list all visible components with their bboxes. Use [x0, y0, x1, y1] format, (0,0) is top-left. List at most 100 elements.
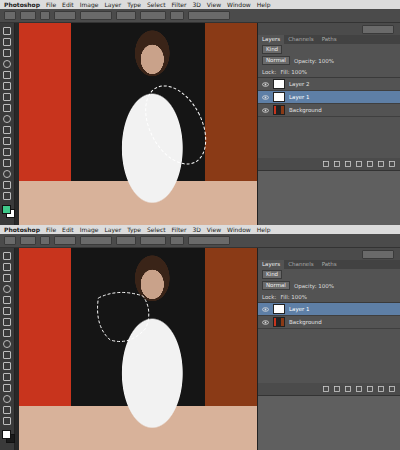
- tool-icon[interactable]: [3, 170, 11, 178]
- opacity-label[interactable]: Opacity: 100%: [294, 58, 334, 64]
- tool-icon[interactable]: [3, 329, 11, 337]
- panel-action-icon[interactable]: [389, 161, 395, 167]
- menu-item[interactable]: Select: [147, 226, 166, 234]
- blend-select[interactable]: Normal: [262, 56, 290, 65]
- menu-item[interactable]: Image: [80, 1, 99, 9]
- fill-label[interactable]: Fill: 100%: [280, 294, 307, 300]
- panel-action-icon[interactable]: [323, 386, 329, 392]
- panel-tab[interactable]: Channels: [284, 35, 317, 44]
- panel-action-icon[interactable]: [367, 386, 373, 392]
- panel-action-icon[interactable]: [378, 161, 384, 167]
- tool-icon[interactable]: [3, 93, 11, 101]
- panel-tab[interactable]: Channels: [284, 260, 317, 269]
- tool-icon[interactable]: [3, 285, 11, 293]
- menu-item[interactable]: Edit: [62, 226, 74, 234]
- tool-icon[interactable]: [3, 406, 11, 414]
- menu-item[interactable]: Type: [127, 1, 141, 9]
- layer-name[interactable]: Layer 2: [289, 81, 310, 87]
- eye-icon[interactable]: [262, 82, 269, 87]
- tool-icon[interactable]: [3, 384, 11, 392]
- menu-item[interactable]: File: [46, 226, 56, 234]
- menu-item[interactable]: Select: [147, 1, 166, 9]
- menu-item[interactable]: Filter: [172, 1, 187, 9]
- menu-item[interactable]: Help: [257, 1, 271, 9]
- layer-row[interactable]: Layer 2: [258, 78, 400, 91]
- tool-icon[interactable]: [3, 192, 11, 200]
- photo[interactable]: [19, 248, 257, 450]
- menu-item[interactable]: Help: [257, 226, 271, 234]
- option-control[interactable]: [40, 236, 50, 245]
- tool-icon[interactable]: [3, 362, 11, 370]
- tool-icon[interactable]: [3, 115, 11, 123]
- menu-item[interactable]: 3D: [192, 1, 200, 9]
- layer-name[interactable]: Layer 1: [289, 94, 310, 100]
- tool-icon[interactable]: [3, 274, 11, 282]
- eye-icon[interactable]: [262, 320, 269, 325]
- opacity-label[interactable]: Opacity: 100%: [294, 283, 334, 289]
- tool-icon[interactable]: [3, 181, 11, 189]
- tool-icon[interactable]: [3, 252, 11, 260]
- panel-action-icon[interactable]: [389, 386, 395, 392]
- panel-action-icon[interactable]: [356, 386, 362, 392]
- filter-select[interactable]: Kind: [262, 270, 282, 279]
- option-control[interactable]: [80, 236, 112, 245]
- tool-icon[interactable]: [3, 395, 11, 403]
- eye-icon[interactable]: [262, 108, 269, 113]
- menu-item[interactable]: Layer: [105, 226, 122, 234]
- tool-icon[interactable]: [3, 82, 11, 90]
- menu-item[interactable]: 3D: [192, 226, 200, 234]
- panel-action-icon[interactable]: [367, 161, 373, 167]
- layer-name[interactable]: Layer 1: [289, 306, 310, 312]
- option-control[interactable]: [116, 236, 136, 245]
- panel-action-icon[interactable]: [345, 161, 351, 167]
- tool-icon[interactable]: [3, 373, 11, 381]
- tool-icon[interactable]: [3, 27, 11, 35]
- option-control[interactable]: [4, 11, 16, 20]
- menu-item[interactable]: Window: [227, 1, 251, 9]
- tool-icon[interactable]: [3, 38, 11, 46]
- menu-item[interactable]: File: [46, 1, 56, 9]
- menu-item[interactable]: Photoshop: [4, 226, 40, 234]
- layer-row[interactable]: Layer 1: [258, 91, 400, 104]
- tool-icon[interactable]: [3, 351, 11, 359]
- option-control[interactable]: [170, 11, 184, 20]
- layer-row[interactable]: Background: [258, 316, 400, 329]
- option-control[interactable]: [116, 11, 136, 20]
- menu-item[interactable]: Window: [227, 226, 251, 234]
- menu-item[interactable]: View: [207, 1, 221, 9]
- layer-row[interactable]: Background: [258, 104, 400, 117]
- tool-icon[interactable]: [3, 307, 11, 315]
- option-control[interactable]: [140, 11, 166, 20]
- tool-icon[interactable]: [3, 49, 11, 57]
- tool-icon[interactable]: [3, 71, 11, 79]
- layer-row[interactable]: Layer 1: [258, 303, 400, 316]
- eye-icon[interactable]: [262, 95, 269, 100]
- workspace-field[interactable]: [362, 250, 394, 259]
- eye-icon[interactable]: [262, 307, 269, 312]
- panel-action-icon[interactable]: [378, 386, 384, 392]
- tool-icon[interactable]: [3, 104, 11, 112]
- tool-icon[interactable]: [3, 148, 11, 156]
- option-control[interactable]: [80, 11, 112, 20]
- option-control[interactable]: [4, 236, 16, 245]
- blend-select[interactable]: Normal: [262, 281, 290, 290]
- workspace-field[interactable]: [362, 25, 394, 34]
- menu-item[interactable]: Filter: [172, 226, 187, 234]
- tool-icon[interactable]: [3, 60, 11, 68]
- option-control[interactable]: [188, 11, 230, 20]
- menu-item[interactable]: Edit: [62, 1, 74, 9]
- panel-action-icon[interactable]: [323, 161, 329, 167]
- menu-item[interactable]: Layer: [105, 1, 122, 9]
- tool-icon[interactable]: [3, 137, 11, 145]
- tool-icon[interactable]: [3, 126, 11, 134]
- tool-icon[interactable]: [3, 417, 11, 425]
- menu-item[interactable]: View: [207, 226, 221, 234]
- option-control[interactable]: [20, 11, 36, 20]
- menu-item[interactable]: Type: [127, 226, 141, 234]
- option-control[interactable]: [40, 11, 50, 20]
- layer-name[interactable]: Background: [289, 319, 322, 325]
- panel-tab[interactable]: Layers: [258, 35, 284, 44]
- panel-action-icon[interactable]: [334, 386, 340, 392]
- tool-icon[interactable]: [3, 263, 11, 271]
- panel-action-icon[interactable]: [356, 161, 362, 167]
